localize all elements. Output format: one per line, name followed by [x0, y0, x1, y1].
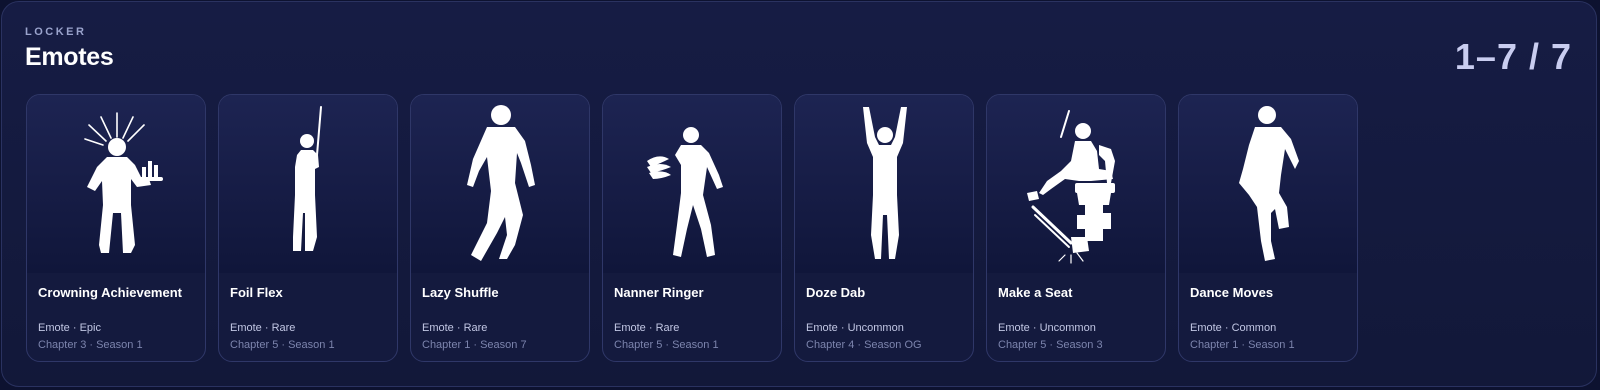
emote-meta: Emote · Uncommon	[998, 322, 1096, 334]
dance-moves-icon	[1239, 106, 1299, 261]
emote-card[interactable]: Dance Moves Emote · Common Chapter 1 · S…	[1178, 94, 1358, 362]
item-counter: 1–7 / 7	[1454, 36, 1572, 77]
emote-meta: Emote · Epic	[38, 322, 101, 334]
make-a-seat-icon	[1027, 110, 1115, 264]
emote-card[interactable]: Make a Seat Emote · Uncommon Chapter 5 ·…	[986, 94, 1166, 362]
emote-meta: Emote · Rare	[614, 322, 680, 334]
emote-season: Chapter 5 · Season 1	[614, 339, 719, 351]
emote-card[interactable]: Nanner Ringer Emote · Rare Chapter 5 · S…	[602, 94, 782, 362]
foil-flex-icon	[293, 106, 322, 251]
emote-art	[27, 95, 205, 273]
emote-season: Chapter 1 · Season 1	[1190, 339, 1295, 351]
emote-name: Lazy Shuffle	[422, 285, 499, 300]
emote-card[interactable]: Lazy Shuffle Emote · Rare Chapter 1 · Se…	[410, 94, 590, 362]
emote-name: Foil Flex	[230, 285, 283, 300]
emote-meta: Emote · Rare	[230, 322, 296, 334]
locker-panel: LOCKER Emotes 1–7 / 7 Crowning Achieveme…	[1, 1, 1597, 387]
page-title: Emotes	[25, 43, 114, 71]
emote-name: Crowning Achievement	[38, 285, 182, 300]
emote-name: Make a Seat	[998, 285, 1073, 300]
emote-name: Doze Dab	[806, 285, 866, 300]
emote-meta: Emote · Common	[1190, 322, 1277, 334]
doze-dab-icon	[863, 107, 907, 259]
emote-meta: Emote · Rare	[422, 322, 488, 334]
emote-art	[795, 95, 973, 273]
lazy-shuffle-icon	[467, 105, 535, 261]
emote-card[interactable]: Foil Flex Emote · Rare Chapter 5 · Seaso…	[218, 94, 398, 362]
emote-art	[411, 95, 589, 273]
emote-art	[603, 95, 781, 273]
emote-season: Chapter 4 · Season OG	[806, 339, 922, 351]
crowning-achievement-icon	[84, 112, 163, 253]
emote-art	[219, 95, 397, 273]
emote-season: Chapter 1 · Season 7	[422, 339, 527, 351]
emote-name: Nanner Ringer	[614, 285, 704, 300]
emote-card[interactable]: Crowning Achievement Emote · Epic Chapte…	[26, 94, 206, 362]
nanner-ringer-icon	[647, 127, 723, 257]
emote-season: Chapter 3 · Season 1	[38, 339, 143, 351]
emote-season: Chapter 5 · Season 1	[230, 339, 335, 351]
emote-card[interactable]: Doze Dab Emote · Uncommon Chapter 4 · Se…	[794, 94, 974, 362]
emote-season: Chapter 5 · Season 3	[998, 339, 1103, 351]
emote-meta: Emote · Uncommon	[806, 322, 904, 334]
emote-art	[987, 95, 1165, 273]
emote-art	[1179, 95, 1357, 273]
section-eyebrow: LOCKER	[25, 26, 87, 38]
emote-name: Dance Moves	[1190, 285, 1274, 300]
